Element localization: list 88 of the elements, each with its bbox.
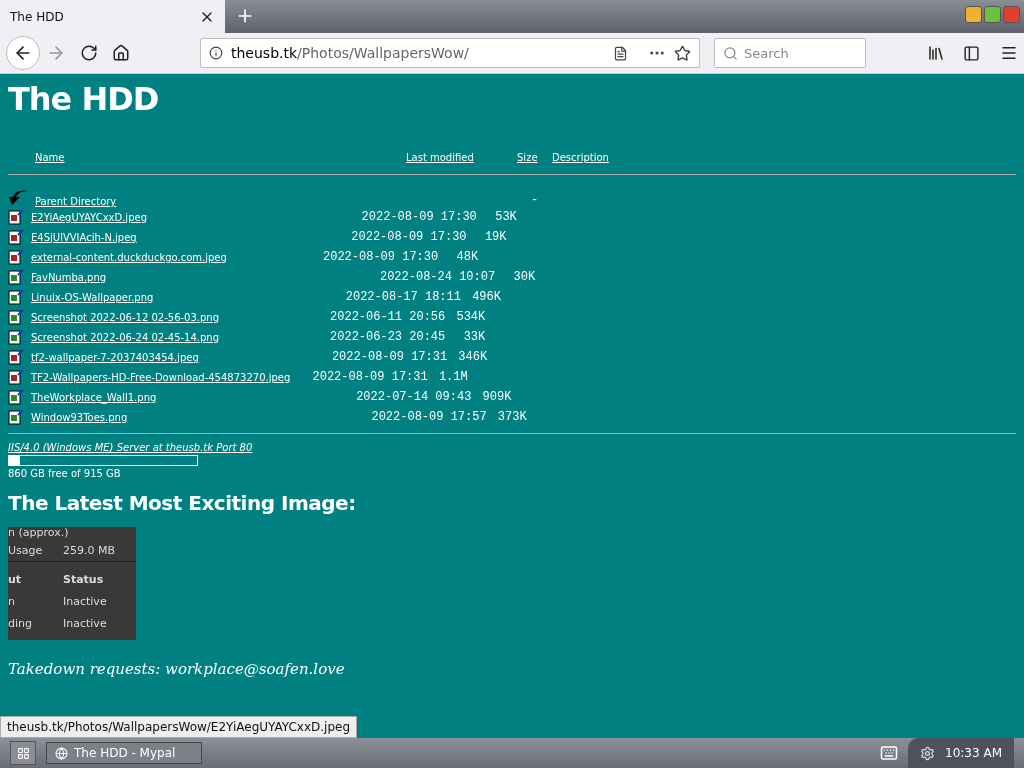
grid-icon [16, 746, 30, 760]
clock-text: 10:33 AM [945, 746, 1002, 760]
menu-icon[interactable] [1000, 44, 1018, 62]
size-text: 346K [457, 350, 488, 364]
status-url: theusb.tk/Photos/WallpapersWow/E2YiAegUYAYCxxD.jpeg [0, 716, 357, 738]
modified-text: 2022-08-09 17:57 [371, 410, 487, 424]
home-icon[interactable] [112, 44, 130, 62]
file-link[interactable]: E2YiAegUYAYCxxD.jpeg [31, 211, 147, 223]
search-field[interactable]: Search [714, 38, 866, 68]
cropped-text: ding [8, 616, 33, 630]
takedown-text: Takedown requests: workplace@soafen.love [8, 660, 346, 678]
image-file-icon [8, 209, 24, 225]
modified-text: 2022-08-09 17:31 [331, 350, 448, 364]
file-link[interactable]: Window93Toes.png [31, 411, 128, 423]
file-link[interactable]: E4SjUlVVIAcih-N.jpeg [31, 231, 137, 243]
size-text: 534K [455, 310, 486, 324]
size-text: 19K [483, 230, 507, 244]
star-icon[interactable] [674, 44, 691, 62]
modified-text: 2022-08-09 17:31 [312, 370, 428, 384]
size-text: 30K [512, 270, 536, 284]
image-file-icon [8, 309, 24, 325]
keyboard-icon[interactable] [880, 744, 899, 762]
modified-text: 2022-08-09 17:30 [361, 210, 477, 224]
size-text: 48K [455, 250, 479, 264]
image-file-icon [8, 409, 24, 425]
reload-icon[interactable] [80, 44, 98, 62]
file-link[interactable]: Linuix-OS-Wallpaper.png [31, 291, 154, 303]
size-text: - [531, 193, 539, 207]
disk-free-text: 860 GB free of 915 GB [8, 468, 122, 479]
modified-text: 2022-08-09 17:30 [351, 230, 467, 244]
image-file-icon [8, 249, 24, 265]
image-file-icon [8, 389, 24, 405]
reader-icon[interactable] [613, 45, 628, 61]
file-link[interactable]: tf2-wallpaper-7-2037403454.jpeg [31, 351, 199, 363]
browser-tab[interactable]: The HDD [0, 0, 225, 33]
minimize-button[interactable] [965, 6, 982, 23]
column-link[interactable]: Description [552, 151, 609, 163]
info-icon[interactable] [209, 46, 223, 60]
modified-text: 2022-06-11 20:56 [330, 310, 446, 324]
size-text: 33K [462, 330, 486, 344]
size-text: 53K [494, 210, 517, 224]
image-file-icon [8, 349, 24, 365]
cropped-text: n (approx.) [8, 527, 70, 539]
size-text: 909K [481, 390, 512, 404]
parent-directory-link[interactable]: Parent Directory [35, 196, 531, 207]
size-text: 1.1M [437, 370, 468, 384]
modified-text: 2022-08-17 18:11 [345, 290, 461, 304]
column-link[interactable]: Last modified [406, 151, 517, 163]
file-link[interactable]: TF2-Wallpapers-HD-Free-Download-454873270.jpeg [31, 371, 291, 383]
server-signature: IIS/4.0 (Windows ME) Server at theusb.tk Port 80 [8, 442, 254, 453]
start-button[interactable] [10, 741, 36, 765]
modified-text: 2022-06-23 20:45 [330, 330, 446, 344]
size-text: 496K [471, 290, 501, 304]
status-text: Inactive [63, 616, 108, 630]
file-link[interactable]: external-content.duckduckgo.com.jpeg [31, 251, 227, 263]
url-text: theusb.tk/Photos/WallpapersWow/ [231, 45, 470, 61]
maximize-button[interactable] [984, 6, 1001, 23]
library-icon[interactable] [927, 44, 945, 62]
modified-text: 2022-07-14 09:43 [356, 390, 472, 404]
column-header: ut [8, 572, 23, 586]
column-header: Status [63, 572, 105, 586]
image-file-icon [8, 289, 24, 305]
image-file-icon [8, 229, 24, 245]
cropped-text: n [8, 594, 16, 608]
page-title: The HDD [8, 80, 160, 118]
image-file-icon [8, 329, 24, 345]
file-link[interactable]: FavNumba.png [31, 271, 107, 283]
taskbar-button[interactable]: The HDD - Mypal [46, 742, 202, 764]
globe-icon [55, 746, 68, 760]
modified-text: 2022-08-24 10:07 [379, 270, 496, 284]
file-link[interactable]: Screenshot 2022-06-24 02-45-14.png [31, 331, 220, 343]
address-bar[interactable]: theusb.tk/Photos/WallpapersWow/ [200, 38, 700, 68]
column-link[interactable]: Name [35, 151, 406, 163]
back-button[interactable] [6, 36, 40, 70]
column-link[interactable]: Size [517, 151, 552, 163]
section-heading: The Latest Most Exciting Image: [8, 491, 357, 515]
file-link[interactable]: TheWorkplace_Wall1.png [31, 391, 157, 403]
value-text: 259.0 MB [63, 543, 117, 557]
image-file-icon [8, 369, 24, 385]
image-file-icon [8, 269, 24, 285]
file-link[interactable]: Screenshot 2022-06-12 02-56-03.png [31, 311, 220, 323]
modified-text: 2022-08-09 17:30 [323, 250, 439, 264]
size-text: 373K [496, 410, 527, 424]
gear-icon[interactable] [920, 745, 936, 761]
label-text: Usage [8, 543, 44, 557]
status-text: Inactive [63, 594, 108, 608]
search-icon [723, 45, 738, 61]
sidebar-icon[interactable] [963, 44, 980, 62]
